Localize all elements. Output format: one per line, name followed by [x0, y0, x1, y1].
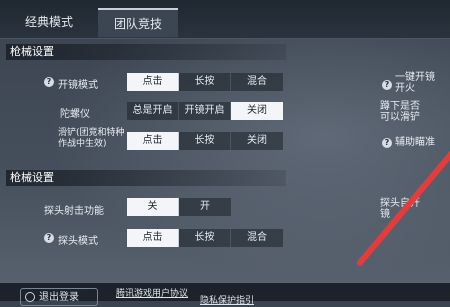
- section-header-weapon-settings-2: 枪械设置: [6, 170, 286, 186]
- scope-mode-option-mixed[interactable]: 混合: [231, 73, 283, 91]
- scope-mode-option-hold[interactable]: 长按: [179, 73, 231, 91]
- scope-mode-label: 开镜模式: [58, 80, 98, 91]
- peek-fire-option-off[interactable]: 关: [127, 198, 179, 216]
- logout-icon: [25, 292, 35, 302]
- peek-fire-label: 探头射击功能: [44, 206, 104, 217]
- scope-mode-option-tap[interactable]: 点击: [127, 73, 179, 91]
- help-icon[interactable]: ?: [382, 80, 392, 90]
- tab-team-deathmatch[interactable]: 团队竞技: [98, 8, 178, 38]
- one-key-scope-label: 一键开镜开火: [395, 72, 435, 94]
- mode-tab-bar: 经典模式 团队竞技: [0, 0, 450, 39]
- gyroscope-label: 陀螺仪: [60, 109, 90, 120]
- scope-mode-selector: 点击 长按 混合: [127, 73, 283, 91]
- help-icon[interactable]: ?: [382, 138, 392, 148]
- slide-label: 滑铲(团竞和特种作战中生效): [58, 128, 125, 149]
- gyroscope-selector: 总是开启 开镜开启 关闭: [127, 102, 283, 120]
- peek-mode-selector: 点击 长按 混合: [127, 229, 283, 247]
- crouch-slide-label: 蹲下是否可以滑铲: [380, 101, 420, 123]
- slide-option-tap[interactable]: 点击: [127, 132, 179, 150]
- section-header-weapon-settings: 枪械设置: [6, 44, 286, 60]
- peek-fire-selector: 关 开: [127, 198, 231, 216]
- logout-label: 退出登录: [39, 292, 79, 303]
- peek-fire-option-on[interactable]: 开: [179, 198, 231, 216]
- user-agreement-link[interactable]: 腾讯游戏用户协议: [116, 286, 188, 299]
- help-icon[interactable]: ?: [44, 77, 54, 87]
- peek-mode-option-mixed[interactable]: 混合: [231, 229, 283, 247]
- gyroscope-option-off[interactable]: 关闭: [231, 102, 283, 120]
- gyroscope-option-always[interactable]: 总是开启: [127, 102, 179, 120]
- slide-selector: 点击 长按 关闭: [127, 132, 283, 150]
- peek-mode-label: 探头模式: [58, 236, 98, 247]
- assist-aim-label: 辅助瞄准: [395, 137, 435, 148]
- peek-mode-option-tap[interactable]: 点击: [127, 229, 179, 247]
- help-icon[interactable]: ?: [44, 233, 54, 243]
- slide-option-off[interactable]: 关闭: [231, 132, 283, 150]
- peek-mode-option-hold[interactable]: 长按: [179, 229, 231, 247]
- slide-option-hold[interactable]: 长按: [179, 132, 231, 150]
- gyroscope-option-scoped[interactable]: 开镜开启: [179, 102, 231, 120]
- tab-classic-mode[interactable]: 经典模式: [10, 8, 88, 36]
- logout-button[interactable]: 退出登录: [20, 288, 98, 306]
